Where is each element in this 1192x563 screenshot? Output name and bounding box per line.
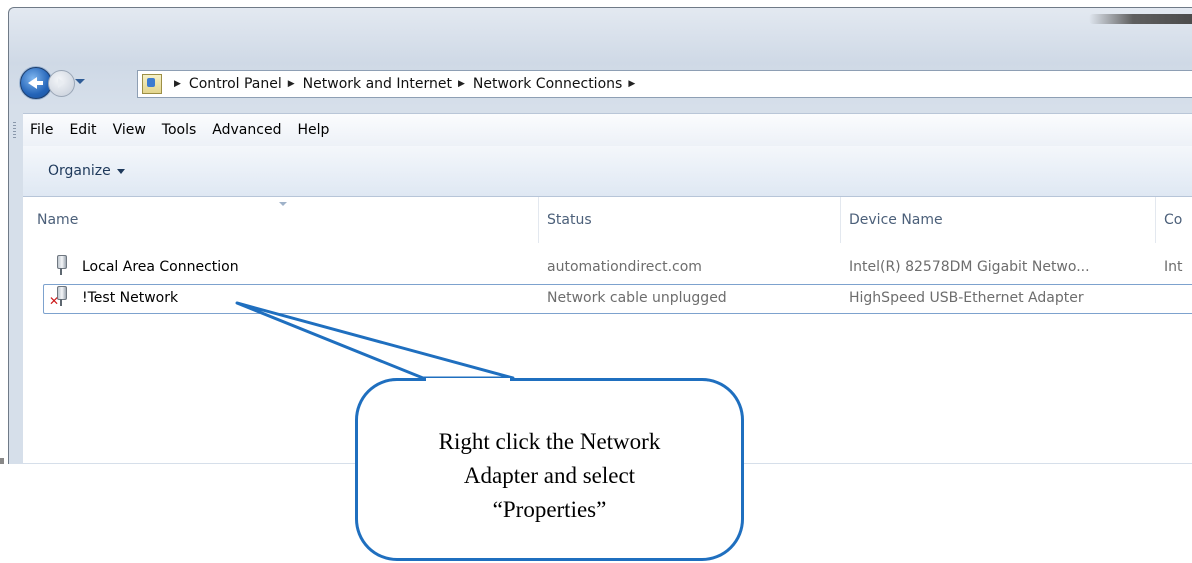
organize-label: Organize	[48, 163, 111, 179]
breadcrumb-network-connections[interactable]: Network Connections	[473, 76, 622, 92]
address-bar[interactable]: ▶ Control Panel ▶ Network and Internet ▶…	[137, 70, 1192, 98]
column-header-status[interactable]: Status	[547, 197, 592, 243]
connection-name: !Test Network	[82, 290, 179, 306]
window-title-strip	[1089, 14, 1192, 24]
menu-file[interactable]: File	[30, 122, 53, 138]
control-panel-icon	[142, 74, 162, 94]
network-adapter-icon	[54, 255, 68, 275]
menu-advanced[interactable]: Advanced	[212, 122, 281, 138]
breadcrumb-network-and-internet[interactable]: Network and Internet	[303, 76, 452, 92]
breadcrumb-arrow-icon[interactable]: ▶	[628, 79, 635, 89]
menu-view[interactable]: View	[113, 122, 146, 138]
window-edge-marker	[0, 458, 4, 464]
breadcrumb-arrow-icon[interactable]: ▶	[174, 79, 181, 89]
menu-bar: File Edit View Tools Advanced Help	[13, 113, 1192, 147]
connection-status: Network cable unplugged	[547, 290, 727, 306]
column-header-connectivity[interactable]: Co	[1164, 197, 1182, 243]
x-mark-icon: ✕	[49, 294, 60, 308]
column-header-name[interactable]: Name	[37, 197, 78, 243]
chevron-down-icon	[116, 168, 125, 174]
callout-bubble: Right click the Network Adapter and sele…	[355, 378, 744, 561]
network-adapter-disconnected-icon: ✕	[49, 286, 68, 307]
breadcrumb-arrow-icon[interactable]: ▶	[288, 79, 295, 89]
forward-button[interactable]	[48, 70, 75, 97]
table-row-selected[interactable]: ✕ !Test Network Network cable unplugged …	[43, 284, 1192, 314]
table-row[interactable]: Local Area Connection automationdirect.c…	[23, 254, 1192, 282]
column-divider[interactable]	[538, 197, 539, 243]
breadcrumb-arrow-icon[interactable]: ▶	[458, 79, 465, 89]
callout-text: Right click the Network Adapter and sele…	[438, 429, 661, 522]
connection-status: automationdirect.com	[547, 259, 702, 275]
connection-name: Local Area Connection	[82, 259, 239, 275]
column-divider[interactable]	[840, 197, 841, 243]
command-bar: Organize	[23, 146, 1192, 197]
recent-pages-dropdown[interactable]	[75, 79, 85, 84]
menu-edit[interactable]: Edit	[69, 122, 96, 138]
connection-device: HighSpeed USB-Ethernet Adapter	[849, 290, 1084, 306]
column-divider[interactable]	[1155, 197, 1156, 243]
menu-grip	[13, 122, 16, 138]
organize-button[interactable]: Organize	[48, 163, 125, 179]
menu-tools[interactable]: Tools	[162, 122, 197, 138]
breadcrumb-control-panel[interactable]: Control Panel	[189, 76, 282, 92]
connection-device: Intel(R) 82578DM Gigabit Netwo...	[849, 259, 1090, 275]
connection-extra: Int	[1164, 259, 1183, 275]
column-header-device-name[interactable]: Device Name	[849, 197, 943, 243]
menu-help[interactable]: Help	[297, 122, 329, 138]
sort-indicator-icon	[279, 202, 287, 206]
